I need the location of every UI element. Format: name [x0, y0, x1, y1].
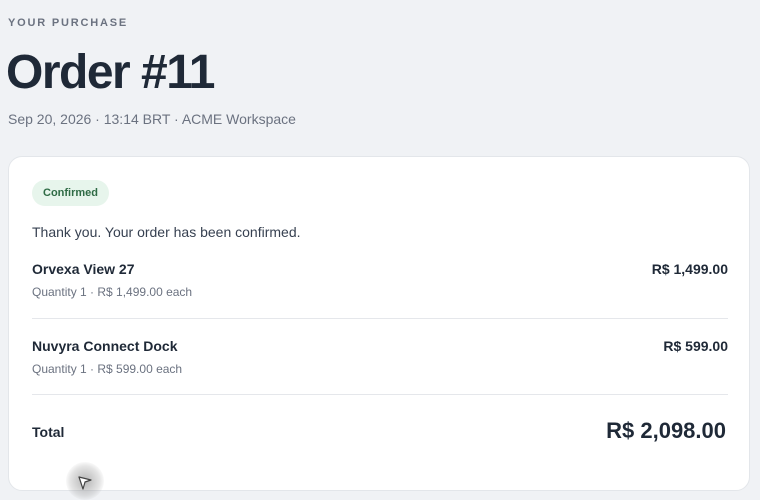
line-item-detail: Quantity 1 · R$ 599.00 each	[32, 362, 183, 376]
line-item-name: Nuvyra Connect Dock	[32, 338, 178, 354]
confirmation-message: Thank you. Your order has been confirmed…	[32, 224, 301, 240]
divider	[32, 318, 728, 319]
cursor-arrow-icon	[78, 476, 92, 490]
page-eyebrow: YOUR PURCHASE	[8, 17, 128, 29]
total-value: R$ 2,098.00	[606, 418, 726, 443]
line-item: Nuvyra Connect Dock R$ 599.00 Quantity 1…	[32, 338, 728, 382]
line-item-price: R$ 1,499.00	[651, 261, 728, 277]
order-card: Confirmed Thank you. Your order has been…	[8, 156, 750, 491]
line-item-name: Orvexa View 27	[32, 261, 135, 277]
line-item: Orvexa View 27 R$ 1,499.00 Quantity 1 · …	[32, 261, 728, 305]
line-item-price: R$ 599.00	[663, 338, 728, 354]
divider	[32, 394, 728, 395]
total-label: Total	[32, 424, 65, 440]
pointer-cursor-icon	[66, 462, 104, 500]
line-item-detail: Quantity 1 · R$ 1,499.00 each	[32, 285, 193, 299]
page-title: Order #11	[6, 46, 215, 99]
status-badge: Confirmed	[32, 180, 109, 206]
order-meta: Sep 20, 2026 · 13:14 BRT · ACME Workspac…	[8, 111, 296, 127]
